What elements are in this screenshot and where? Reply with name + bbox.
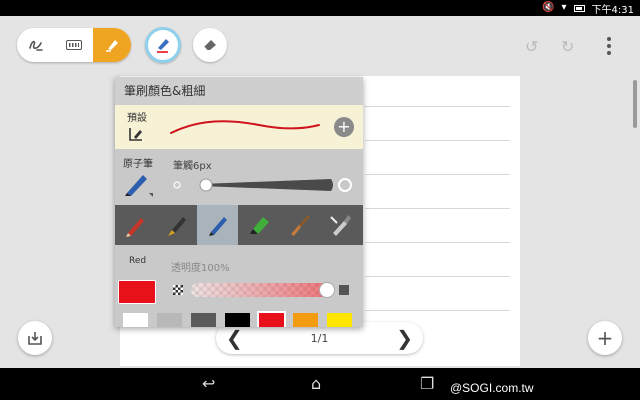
ruled-line: [365, 106, 510, 107]
status-bar: 🔇 ▾ 下午4:31: [0, 0, 640, 16]
pen-type-label: 原子筆: [123, 159, 153, 170]
wifi-icon: ▾: [561, 2, 567, 13]
paint-brush-icon: [290, 215, 310, 236]
eraser-icon: [203, 40, 216, 51]
ruled-line: [365, 242, 510, 243]
pencil-icon: [125, 218, 144, 237]
battery-icon: [573, 4, 585, 12]
pen-tool-button[interactable]: [145, 27, 181, 63]
ruled-line: [365, 310, 510, 311]
navigation-bar: ↩ ⌂ ❐: [0, 368, 640, 400]
airbrush-icon: [329, 215, 351, 236]
overflow-menu-icon[interactable]: [606, 37, 612, 55]
stroke-preview: [170, 120, 320, 134]
prev-page-button[interactable]: ❮: [226, 328, 243, 348]
input-mode-group: [17, 28, 131, 62]
pencil-brush[interactable]: [115, 205, 156, 245]
color-name-label: Red: [129, 256, 147, 266]
color-swatch[interactable]: [257, 311, 286, 327]
drawing-mode-button[interactable]: [93, 28, 131, 62]
preset-row[interactable]: 預設 +: [115, 105, 363, 149]
import-button[interactable]: [18, 321, 52, 355]
stroke-size-row: 原子筆 筆觸6px: [115, 149, 363, 205]
page-indicator: 1/1: [310, 331, 329, 345]
marker-icon: [249, 217, 269, 234]
brush-settings-panel: 筆刷顏色&粗細 預設 + 原子筆 筆觸6px Red 透明度100%: [115, 77, 363, 327]
undo-icon[interactable]: ↺: [525, 37, 538, 56]
next-page-button[interactable]: ❯: [396, 328, 413, 348]
home-icon[interactable]: ⌂: [311, 374, 321, 393]
color-swatch[interactable]: [157, 313, 182, 327]
ballpoint-pen-brush[interactable]: [197, 205, 238, 245]
ballpoint-icon: [208, 217, 227, 236]
opaque-icon: [339, 285, 349, 295]
back-icon[interactable]: ↩: [202, 374, 215, 393]
marker-brush[interactable]: [238, 205, 279, 245]
current-color-swatch[interactable]: [118, 280, 156, 304]
stroke-size-label: 筆觸6px: [173, 161, 212, 172]
ballpoint-pen-icon[interactable]: [123, 169, 153, 197]
preset-edit-icon: [129, 128, 142, 141]
status-time: 下午4:31: [591, 4, 634, 16]
fountain-pen-brush[interactable]: [156, 205, 197, 245]
highlighter-icon: [106, 40, 118, 52]
ruled-line: [365, 276, 510, 277]
opacity-label: 透明度100%: [171, 263, 230, 274]
fountain-pen-icon: [167, 217, 186, 236]
handwriting-icon: [29, 40, 43, 51]
color-swatches: [123, 311, 352, 327]
watermark: @SOGI.com.tw: [450, 381, 534, 395]
import-icon: [28, 332, 42, 345]
top-toolbar: ↺ ↻: [0, 16, 640, 76]
color-swatch[interactable]: [123, 313, 148, 327]
recent-apps-icon[interactable]: ❐: [420, 374, 434, 393]
ruled-line: [365, 174, 510, 175]
opacity-slider[interactable]: [191, 283, 331, 297]
redo-icon[interactable]: ↻: [561, 37, 574, 56]
color-swatch[interactable]: [191, 313, 216, 327]
keyboard-icon: [66, 40, 82, 50]
panel-title: 筆刷顏色&粗細: [115, 77, 363, 105]
color-swatch[interactable]: [327, 313, 352, 327]
color-swatch[interactable]: [225, 313, 250, 327]
silent-mode-icon: 🔇: [542, 2, 555, 13]
paint-brush[interactable]: [279, 205, 320, 245]
add-preset-button[interactable]: +: [334, 117, 354, 137]
stroke-size-slider[interactable]: [173, 176, 353, 194]
pen-icon: [157, 39, 169, 53]
keyboard-mode-button[interactable]: [55, 28, 93, 62]
eraser-tool-button[interactable]: [193, 28, 227, 62]
ruled-line: [365, 140, 510, 141]
handwriting-mode-button[interactable]: [17, 28, 55, 62]
color-swatch[interactable]: [293, 313, 318, 327]
add-page-button[interactable]: +: [588, 321, 622, 355]
ruled-line: [365, 208, 510, 209]
transparency-icon: [173, 285, 183, 295]
preset-label: 預設: [127, 113, 147, 124]
airbrush-brush[interactable]: [320, 205, 361, 245]
opacity-slider-knob[interactable]: [319, 282, 335, 298]
brush-type-strip: [115, 205, 363, 245]
color-section: Red 透明度100%: [115, 245, 363, 327]
scrollbar[interactable]: [633, 80, 637, 128]
